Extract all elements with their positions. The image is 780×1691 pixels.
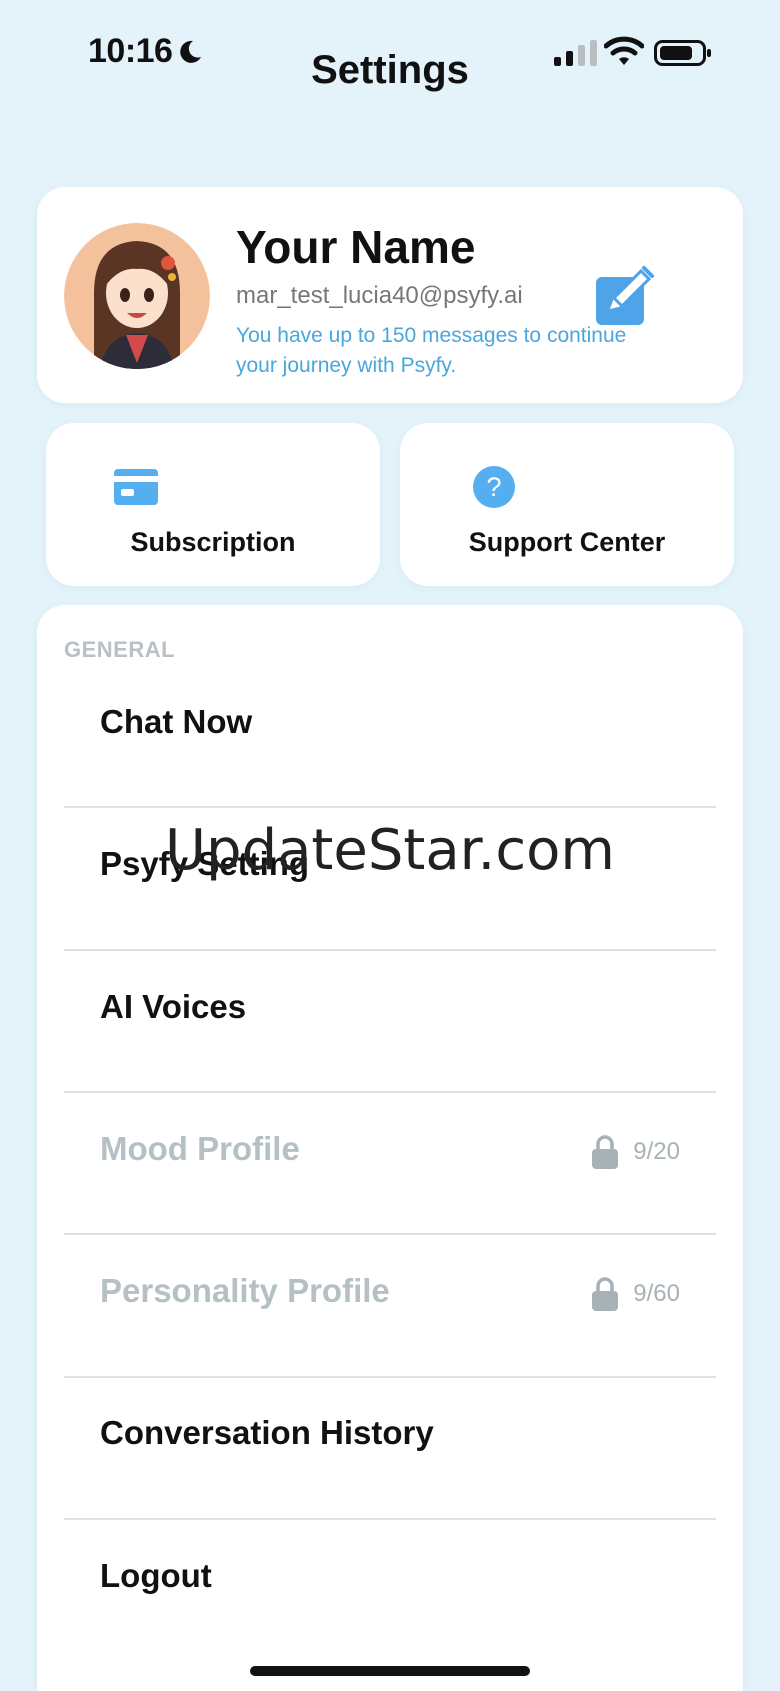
edit-profile-icon[interactable]	[594, 265, 656, 327]
menu-item-ai-voices[interactable]: AI Voices	[64, 936, 716, 1078]
menu-item-label: Personality Profile	[100, 1272, 390, 1309]
subscription-label: Subscription	[130, 527, 296, 557]
profile-card: Your Name mar_test_lucia40@psyfy.ai You …	[37, 187, 743, 403]
message-allowance-text: You have up to 150 messages to continue …	[236, 324, 627, 377]
svg-text:?: ?	[486, 472, 501, 502]
profile-name: Your Name	[236, 221, 476, 273]
menu-item-personality-profile[interactable]: Personality Profile 9/60	[64, 1220, 716, 1362]
page-title: Settings	[311, 48, 469, 92]
subscription-button[interactable]: Subscription	[46, 423, 380, 586]
avatar[interactable]	[64, 223, 210, 369]
profile-email: mar_test_lucia40@psyfy.ai	[236, 282, 523, 309]
credit-card-icon	[114, 469, 158, 505]
lock-status: 9/60	[591, 1276, 680, 1312]
general-menu: GENERAL Chat Now Psyfy Setting AI Voices…	[37, 605, 743, 1691]
menu-item-psyfy-setting[interactable]: Psyfy Setting	[64, 793, 716, 935]
lock-icon	[592, 1277, 619, 1311]
progress-count: 9/60	[633, 1280, 680, 1307]
support-center-label: Support Center	[468, 527, 666, 557]
menu-item-mood-profile[interactable]: Mood Profile 9/20	[64, 1078, 716, 1220]
question-icon: ?	[473, 466, 515, 508]
lock-status: 9/20	[591, 1134, 680, 1170]
menu-item-conversation-history[interactable]: Conversation History	[64, 1362, 716, 1504]
progress-count: 9/20	[633, 1138, 680, 1165]
menu-item-logout[interactable]: Logout	[64, 1505, 716, 1647]
menu-item-label: Logout	[100, 1557, 212, 1594]
home-indicator[interactable]	[250, 1666, 530, 1676]
lock-icon	[592, 1135, 619, 1169]
support-center-button[interactable]: ? Support Center	[400, 423, 734, 586]
menu-item-label: AI Voices	[100, 988, 247, 1025]
menu-item-label: Chat Now	[100, 703, 253, 740]
menu-item-label: Conversation History	[100, 1414, 434, 1451]
menu-item-label: Psyfy Setting	[100, 845, 310, 882]
menu-item-chat-now[interactable]: Chat Now	[64, 651, 716, 793]
menu-item-label: Mood Profile	[100, 1130, 300, 1167]
